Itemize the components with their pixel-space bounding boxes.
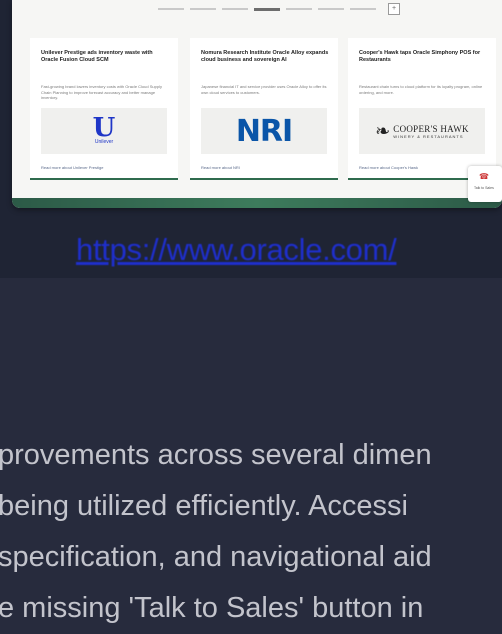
carousel-dot-active[interactable] bbox=[254, 7, 280, 11]
customer-card-unilever[interactable]: Unilever Prestige ads inventory waste wi… bbox=[30, 38, 178, 180]
oracle-screenshot: + Unilever Prestige ads inventory waste … bbox=[12, 0, 502, 208]
talk-to-sales-widget[interactable]: ☎ Talk to Sales bbox=[468, 166, 502, 202]
unilever-logo: U Unilever bbox=[41, 108, 167, 154]
coopers-hawk-logo-sub: WINERY & RESTAURANTS bbox=[393, 133, 464, 139]
card-title: Unilever Prestige ads inventory waste wi… bbox=[41, 50, 153, 64]
card-body: Fast-growing brand lowers inventory cost… bbox=[41, 84, 162, 100]
hawk-feather-icon: ❧ bbox=[375, 120, 391, 142]
phone-icon: ☎ bbox=[479, 172, 489, 181]
paragraph-line: e missing 'Talk to Sales' button in bbox=[0, 592, 424, 624]
footer-strip bbox=[12, 198, 502, 208]
card-link[interactable]: Read more about Cooper's Hawk bbox=[359, 165, 418, 170]
paragraph-line: specification, and navigational aid bbox=[0, 541, 432, 573]
carousel-dot[interactable] bbox=[158, 8, 184, 10]
nri-logo: NRI bbox=[201, 108, 327, 154]
card-body: Restaurant chain turns to cloud platform… bbox=[359, 84, 483, 95]
square-nav-icon[interactable]: + bbox=[388, 3, 400, 15]
source-url-link[interactable]: https://www.oracle.com/ bbox=[76, 232, 397, 268]
card-link[interactable]: Read more about NRI bbox=[201, 165, 240, 170]
carousel-dot[interactable] bbox=[222, 8, 248, 10]
carousel-dot[interactable] bbox=[190, 8, 216, 10]
carousel-dot[interactable] bbox=[350, 8, 376, 10]
widget-label: Talk to Sales bbox=[474, 186, 494, 190]
carousel-dot[interactable] bbox=[286, 8, 312, 10]
card-link[interactable]: Read more about Unilever Prestige bbox=[41, 165, 103, 170]
analysis-paragraph: provements across several dimen being ut… bbox=[0, 430, 502, 634]
card-body: Japanese financial IT and service provid… bbox=[201, 84, 327, 95]
nri-logo-text: NRI bbox=[235, 113, 293, 149]
carousel-pagination[interactable]: + bbox=[158, 3, 400, 15]
coopers-hawk-logo-name: COOPER'S HAWK bbox=[393, 123, 469, 134]
paragraph-line: being utilized efficiently. Accessi bbox=[0, 490, 408, 522]
card-title: Nomura Research Institute Oracle Alloy e… bbox=[201, 50, 329, 64]
card-title: Cooper's Hawk taps Oracle Simphony POS f… bbox=[359, 50, 481, 64]
paragraph-line: provements across several dimen bbox=[0, 439, 432, 471]
customer-card-nri[interactable]: Nomura Research Institute Oracle Alloy e… bbox=[190, 38, 338, 180]
carousel-dot[interactable] bbox=[318, 8, 344, 10]
customer-card-coopers-hawk[interactable]: Cooper's Hawk taps Oracle Simphony POS f… bbox=[348, 38, 496, 180]
unilever-logo-name: Unilever bbox=[94, 139, 114, 145]
coopers-hawk-logo: ❧ COOPER'S HAWK WINERY & RESTAURANTS bbox=[359, 108, 485, 154]
unilever-logo-mark: U bbox=[92, 113, 116, 143]
